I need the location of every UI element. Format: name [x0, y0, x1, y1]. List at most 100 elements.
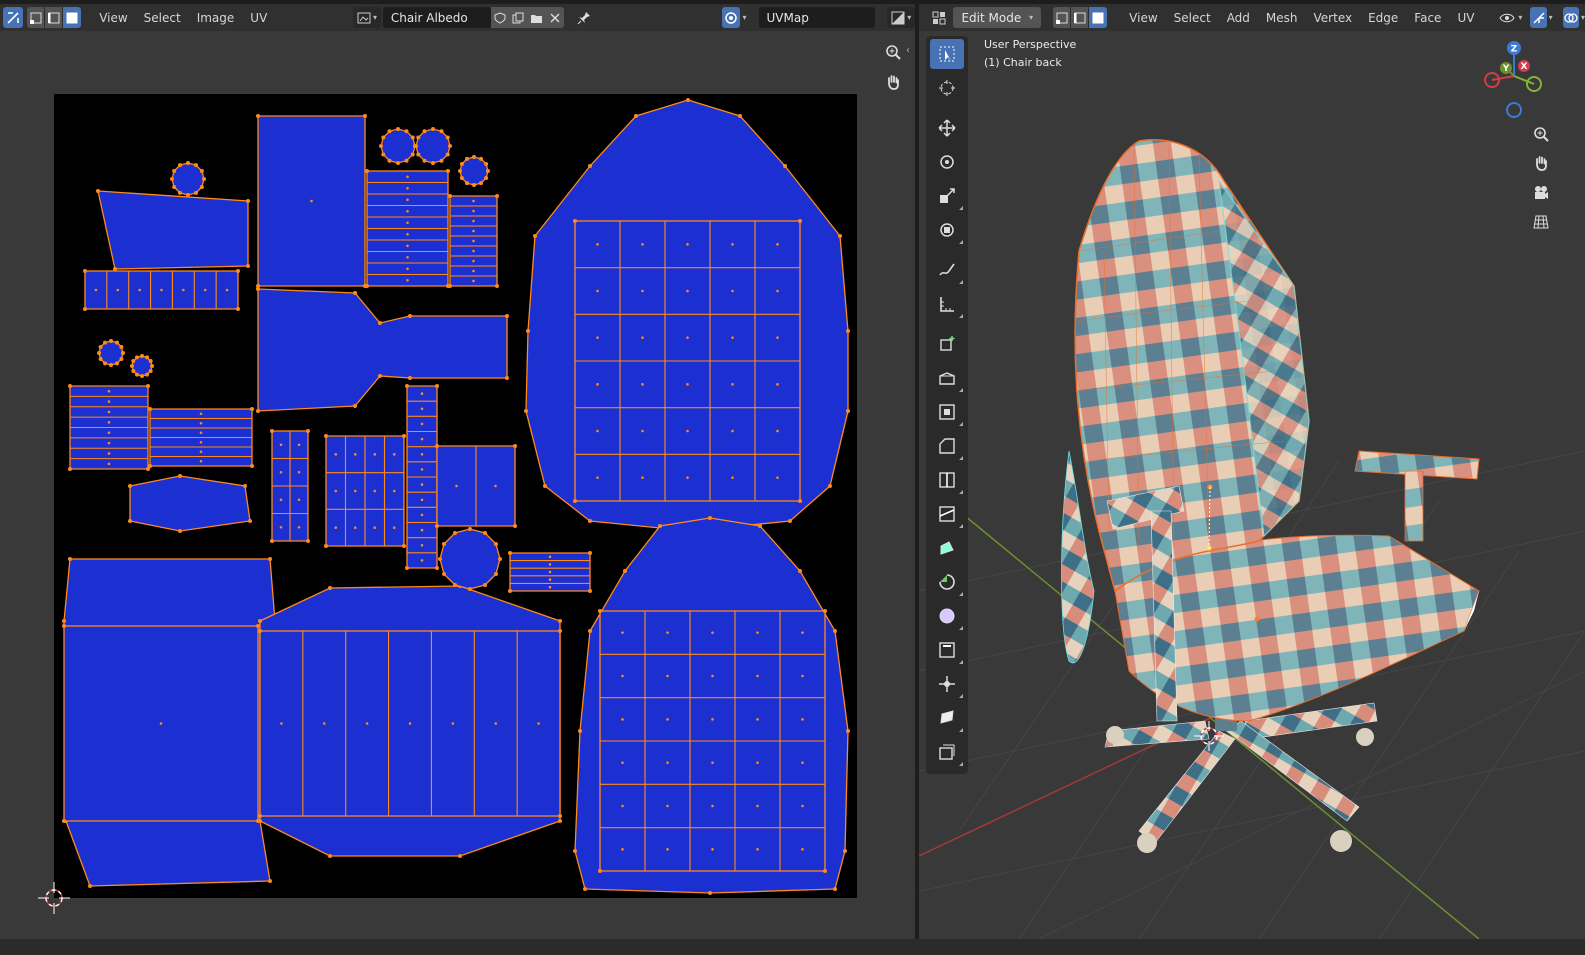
uv-island-circle[interactable] — [415, 128, 451, 164]
uv-vertex[interactable] — [479, 156, 483, 161]
uv-menu-uv[interactable]: UV — [242, 7, 275, 28]
uv-vertex[interactable] — [236, 269, 240, 273]
uv-vertex[interactable] — [788, 519, 792, 523]
rip-region-tool-icon[interactable] — [930, 737, 964, 767]
viewport-menu-uv[interactable]: UV — [1449, 7, 1482, 28]
uv-vertex[interactable] — [202, 177, 206, 181]
uv-vertex[interactable] — [498, 557, 502, 561]
uv-vertex[interactable] — [526, 329, 530, 333]
uv-vertex[interactable] — [83, 307, 87, 311]
uv-vertex[interactable] — [468, 527, 472, 531]
uv-vertex[interactable] — [442, 542, 447, 546]
uv-vertex[interactable] — [458, 169, 462, 173]
uv-vertex[interactable] — [378, 321, 382, 325]
mesh-edge-select-icon[interactable] — [1071, 7, 1090, 28]
transform-tool-icon[interactable] — [930, 215, 964, 245]
edge-slide-tool-icon[interactable] — [930, 635, 964, 665]
uv-vertex[interactable] — [588, 164, 592, 168]
uv-vertex[interactable] — [439, 129, 444, 134]
image-browse-icon[interactable]: ▾ — [353, 7, 381, 28]
uv-vertex[interactable] — [505, 314, 509, 318]
uv-menu-view[interactable]: View — [91, 7, 135, 28]
uv-vertex[interactable] — [378, 374, 382, 378]
uv-vertex[interactable] — [846, 329, 850, 333]
uv-vertex[interactable] — [119, 357, 124, 361]
uv-vertex[interactable] — [396, 161, 400, 165]
viewport-menu-vertex[interactable]: Vertex — [1306, 7, 1361, 28]
uv-vertex[interactable] — [846, 729, 850, 733]
uv-vertex[interactable] — [422, 158, 427, 163]
uv-vertex[interactable] — [783, 164, 787, 168]
uv-vertex[interactable] — [508, 551, 512, 555]
uv-vertex[interactable] — [445, 152, 450, 157]
gizmo-dropdown-icon[interactable]: ▾ — [1549, 13, 1553, 22]
uv-vertex[interactable] — [583, 887, 587, 891]
uv-vertex[interactable] — [508, 589, 512, 593]
viewport-zoom-icon[interactable] — [1528, 121, 1554, 147]
overlays-dropdown-icon[interactable]: ▾ — [1581, 13, 1585, 22]
uv-vertex[interactable] — [103, 361, 107, 366]
uv-vertex[interactable] — [88, 884, 92, 888]
uv-vertex[interactable] — [843, 849, 847, 853]
uv-island-circle[interactable] — [98, 340, 124, 366]
uv-vertex[interactable] — [131, 369, 136, 373]
uv-vertex[interactable] — [468, 587, 472, 591]
viewport-menu-view[interactable]: View — [1121, 7, 1165, 28]
uv-vertex[interactable] — [109, 339, 113, 343]
uv-vertex[interactable] — [588, 589, 592, 593]
uv-map-field[interactable]: UVMap — [758, 7, 876, 28]
editor-type-3d-icon[interactable] — [927, 7, 951, 28]
uv-vertex[interactable] — [328, 854, 332, 858]
gizmo-toggle-icon[interactable] — [1530, 7, 1547, 28]
measure-tool-icon[interactable] — [930, 289, 964, 319]
uv-vertex[interactable] — [558, 819, 562, 823]
uv-vertex[interactable] — [414, 144, 418, 148]
move-tool-icon[interactable] — [930, 113, 964, 143]
uv-vertex[interactable] — [256, 409, 260, 413]
uv-vertex[interactable] — [435, 384, 439, 388]
uv-vertex[interactable] — [381, 135, 386, 140]
uv-vertex[interactable] — [513, 524, 517, 528]
uv-vertex[interactable] — [402, 544, 406, 548]
uv-vertex[interactable] — [250, 464, 254, 468]
uv-vertex[interactable] — [145, 372, 149, 377]
editor-type-uv-icon[interactable] — [3, 7, 24, 28]
uv-vertex[interactable] — [178, 529, 182, 533]
uv-vertex[interactable] — [68, 557, 72, 561]
uv-vertex[interactable] — [431, 161, 435, 165]
uv-vertex[interactable] — [135, 355, 139, 360]
viewport-menu-face[interactable]: Face — [1406, 7, 1449, 28]
uv-vertex[interactable] — [493, 542, 498, 546]
uv-vertex[interactable] — [458, 854, 462, 858]
uv-vertex[interactable] — [658, 524, 662, 528]
uv-vertex[interactable] — [121, 351, 125, 355]
uv-vertex[interactable] — [408, 376, 412, 380]
uv-vertex[interactable] — [363, 114, 367, 118]
select-box-tool-icon[interactable] — [930, 39, 964, 69]
viewport-pan-hand-icon[interactable] — [1528, 150, 1554, 176]
uv-vertex[interactable] — [109, 363, 113, 367]
uv-vertex[interactable] — [250, 407, 254, 411]
uv-vertex[interactable] — [493, 572, 498, 576]
sidebar-toggle-arrow-icon[interactable]: ‹ — [906, 45, 910, 56]
uv-vertex[interactable] — [798, 569, 802, 573]
uv-vertex[interactable] — [379, 144, 383, 148]
smooth-tool-icon[interactable] — [930, 601, 964, 631]
uv-vertex[interactable] — [404, 129, 409, 134]
uv-vertex[interactable] — [353, 291, 357, 295]
uv-vertex[interactable] — [131, 359, 136, 363]
uv-vertex[interactable] — [148, 369, 153, 373]
uv-vertex[interactable] — [98, 357, 103, 361]
uv-vertex[interactable] — [62, 619, 66, 623]
uv-vertex[interactable] — [448, 144, 452, 148]
uv-vertex[interactable] — [402, 434, 406, 438]
uv-vertex[interactable] — [483, 531, 487, 536]
viewport-menu-mesh[interactable]: Mesh — [1258, 7, 1306, 28]
uv-vertex[interactable] — [422, 129, 427, 134]
loop-cut-tool-icon[interactable] — [930, 465, 964, 495]
uv-vertex[interactable] — [558, 629, 562, 633]
uv-vertex[interactable] — [588, 519, 592, 523]
shrink-fatten-tool-icon[interactable] — [930, 669, 964, 699]
uv-vertex[interactable] — [62, 624, 66, 628]
uv-vertex[interactable] — [130, 364, 134, 368]
